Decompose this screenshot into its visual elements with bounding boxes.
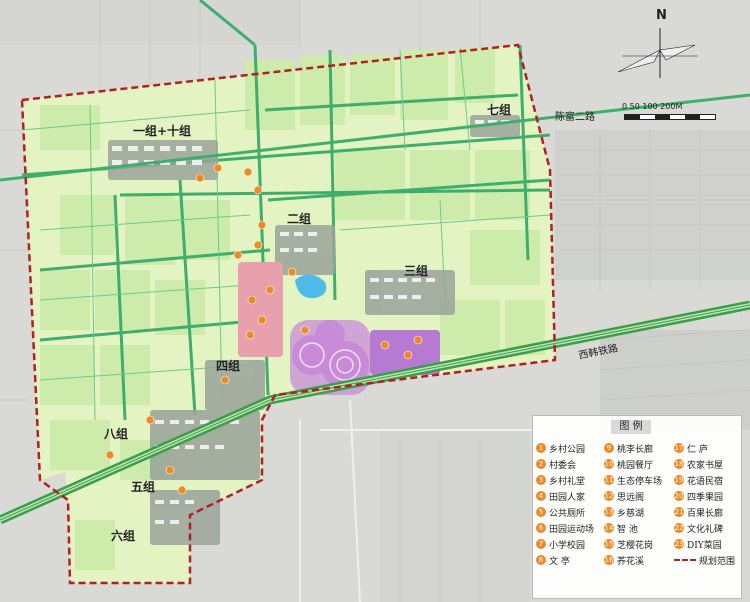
legend-item: 5 公共厕所 [536,504,604,520]
legend-item: 21 百果长廊 [674,507,724,519]
legend-marker-icon: 1 [536,443,546,453]
group-label-5: 五组 [131,480,156,494]
legend-item: 2 村委会 [536,456,604,472]
legend-item: 8文 亭 [536,552,604,568]
legend-marker-icon: 23 [674,539,684,549]
legend-marker-icon: 14 [604,523,614,533]
legend-title: 图 例 [611,420,651,434]
legend-item: 6 田园运动场 [536,520,604,536]
legend-item: 4 田园人家 [536,488,604,504]
legend-item: 20 四季果园 [674,491,724,503]
legend-marker-icon: 17 [674,443,684,453]
legend-marker-icon: 12 [604,491,614,501]
legend-marker-icon: 7 [536,539,546,549]
road-label-chenfu: 陈富二路 [555,112,595,123]
legend-item: 22 文化礼碑 [674,523,724,535]
legend-marker-icon: 3 [536,475,546,485]
group-label-6: 六组 [111,529,136,543]
legend-item: 19 花语民宿 [674,475,724,487]
legend-item: 18 农家书屋 [674,459,724,471]
north-label: N [656,8,667,23]
boundary-dash-icon [674,559,696,561]
group-label-4: 四组 [216,359,241,373]
legend-item: 1 乡村公园 [536,440,604,456]
legend-marker-icon: 11 [604,475,614,485]
legend-marker-icon: 15 [604,539,614,549]
legend-marker-icon: 2 [536,459,546,469]
legend-marker-icon: 5 [536,507,546,517]
legend-marker-icon: 9 [604,443,614,453]
group-label-3: 三组 [404,264,429,278]
legend-item: 17 仁 庐 [674,443,708,455]
legend-marker-icon: 8 [536,555,546,565]
legend: 图 例 1 乡村公园 9 桃李长廊 17 仁 庐 2 村委会 10 桃园餐厅 18 农家书屋… [532,415,742,599]
scale-bar: 0 50 100 200M [622,102,722,126]
legend-item: 16 荞花溪 [604,555,645,567]
legend-item: 11 生态停车场 [604,475,663,487]
village-center-pink-zone [238,262,283,357]
scale-label: 0 50 100 200M [622,102,683,111]
legend-marker-icon: 10 [604,459,614,469]
legend-item: 7 小学校园 [536,536,604,552]
group-label-1-10: 一组+十组 [133,124,192,138]
legend-item: 3 乡村礼堂 [536,472,604,488]
legend-item: 23 DIY菜园 [674,539,722,551]
legend-item: 9 桃李长廊 [604,440,674,456]
legend-item: 13 乡慈湖 [604,507,645,519]
legend-item-boundary: 规划范围 [674,552,740,568]
scale-ruler [624,114,716,120]
legend-grid: 1 乡村公园 9 桃李长廊 17 仁 庐 2 村委会 10 桃园餐厅 18 农家书屋 3 乡村… [536,440,740,568]
legend-item: 15 芝樱花岗 [604,539,654,551]
legend-marker-icon: 20 [674,491,684,501]
legend-marker-icon: 18 [674,459,684,469]
legend-item: 14 智 池 [604,523,638,535]
legend-item: 10 桃园餐厅 [604,459,654,471]
legend-item: 12 思远阁 [604,491,645,503]
group-label-2: 二组 [287,212,312,226]
legend-marker-icon: 16 [604,555,614,565]
group-label-7: 七组 [487,103,512,117]
legend-marker-icon: 4 [536,491,546,501]
legend-marker-icon: 19 [674,475,684,485]
legend-marker-icon: 22 [674,523,684,533]
legend-marker-icon: 6 [536,523,546,533]
legend-marker-icon: 21 [674,507,684,517]
legend-marker-icon: 13 [604,507,614,517]
group-label-8: 八组 [104,427,129,441]
